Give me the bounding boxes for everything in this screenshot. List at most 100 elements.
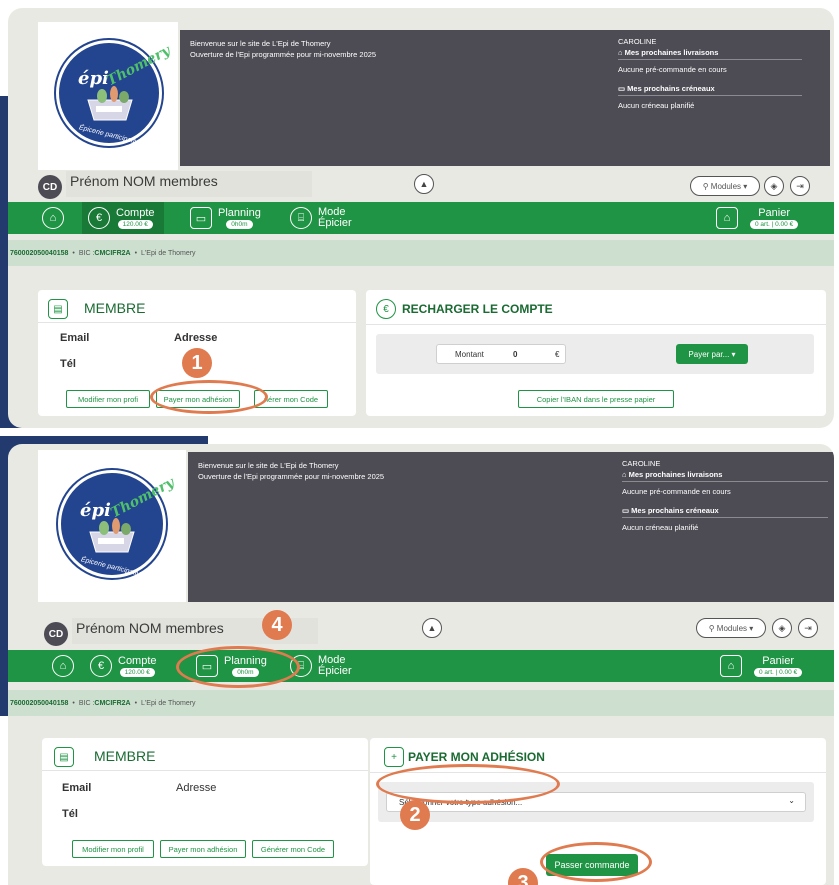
main-nav: ⌂ € Compte 120.00 € ▭ Planning 0h0m ⌸ Mode… [8, 650, 834, 682]
recharge-card-title: RECHARGER LE COMPTE [402, 302, 553, 316]
annotation-ring-2 [376, 764, 560, 804]
member-card-title: MEMBRE [84, 300, 146, 316]
nav-compte[interactable]: € Compte 120.00 € [88, 202, 155, 234]
caret-down-icon: ▾ [741, 181, 748, 191]
cart-badge: 0 art. | 0.00 € [754, 667, 803, 677]
annotation-step-1: 1 [182, 348, 212, 378]
nav-panier[interactable]: ⌂ Panier 0 art. | 0.00 € [720, 650, 803, 682]
iban-bar: 760002050040158 • BIC : CMCIFR2A • L'Epi de … [8, 690, 834, 716]
collapse-button[interactable]: ▲ [414, 174, 434, 194]
logo[interactable]: épi Thomery Épicerie participative [38, 450, 186, 602]
nav-planning[interactable]: ▭ Planning 0h0m [190, 202, 261, 234]
org-name: L'Epi de Thomery [141, 699, 196, 707]
logout-icon: ⇥ [804, 622, 812, 633]
divider [618, 95, 802, 96]
logo[interactable]: épi Thomery Épicerie participative [38, 22, 178, 170]
banner-user-info: CAROLINE ⌂ Mes prochaines livraisons Auc… [618, 36, 802, 111]
modules-button[interactable]: ⚲ Modules ▾ [690, 176, 760, 196]
welcome-text: Bienvenue sur le site de L'Epi de Thomer… [190, 39, 331, 48]
box-icon: ⌂ [618, 48, 625, 57]
diamond-help-icon: ◈ [778, 622, 786, 633]
annotation-ring-3 [540, 842, 652, 882]
box-icon: ⌂ [622, 470, 629, 479]
member-card: ▤ MEMBRE Email Adresse Tél Modifier mon … [42, 738, 368, 866]
diamond-help-icon: ◈ [770, 180, 778, 191]
store-icon: ⌸ [290, 207, 312, 229]
bag-icon: ⌂ [720, 655, 742, 677]
screenshot-panel-1: épi Thomery Épicerie participative Bienv… [8, 8, 834, 428]
modify-profile-button[interactable]: Modifier mon profi [66, 390, 150, 408]
slots-title[interactable]: ▭ Mes prochains créneaux [622, 505, 828, 516]
calendar-icon: ▭ [618, 84, 628, 93]
generate-code-button[interactable]: Générer mon Code [252, 840, 334, 858]
banner-messages: Bienvenue sur le site de L'Epi de Thomer… [198, 460, 384, 482]
nav-mode-epicier[interactable]: ⌸ Mode Épicier [290, 202, 352, 234]
planning-badge: 0h0m [226, 219, 253, 229]
divider [622, 481, 828, 482]
logout-button[interactable]: ⇥ [790, 176, 810, 196]
phone-label: Tél [62, 808, 78, 820]
plus-bag-icon: + [384, 747, 404, 767]
logout-button[interactable]: ⇥ [798, 618, 818, 638]
annotation-step-4: 4 [262, 610, 292, 640]
banner-user-info: CAROLINE ⌂ Mes prochaines livraisons Auc… [622, 458, 828, 533]
home-icon: ⌂ [42, 207, 64, 229]
modules-button[interactable]: ⚲ Modules ▾ [696, 618, 766, 638]
nav-home[interactable]: ⌂ [42, 202, 70, 234]
iban-number[interactable]: 760002050040158 [10, 250, 68, 257]
sitemap-icon: ⚲ [708, 623, 717, 633]
amount-label: Montant [455, 350, 484, 359]
id-card-icon: ▤ [48, 299, 68, 319]
welcome-text: Bienvenue sur le site de L'Epi de Thomer… [198, 461, 339, 470]
calendar-icon: ▭ [190, 207, 212, 229]
help-button[interactable]: ◈ [772, 618, 792, 638]
id-card-icon: ▤ [54, 747, 74, 767]
calendar-icon: ▭ [622, 506, 632, 515]
opening-text: Ouverture de l'Epi programmée pour mi-no… [198, 472, 385, 481]
screenshot-panel-2: épi Thomery Épicerie participative Bienv… [8, 444, 834, 885]
euro-icon: € [88, 207, 110, 229]
slots-value: Aucun créneau planifié [622, 523, 699, 532]
deliveries-title[interactable]: ⌂ Mes prochaines livraisons [618, 47, 802, 58]
opening-text: Ouverture de l'Epi programmée pour mi-no… [190, 50, 377, 59]
euro-icon: € [90, 655, 112, 677]
chevron-up-icon: ▲ [427, 623, 437, 633]
main-nav: ⌂ € Compte 120.00 € ▭ Planning 0h0m ⌸ Mode… [8, 202, 834, 234]
annotation-ring-4 [176, 646, 300, 688]
iban-number[interactable]: 760002050040158 [10, 700, 68, 707]
collapse-button[interactable]: ▲ [422, 618, 442, 638]
email-label: Email [60, 332, 90, 344]
slots-title[interactable]: ▭ Mes prochains créneaux [618, 83, 802, 94]
avatar[interactable]: CD [38, 175, 62, 199]
basket-icon [87, 86, 133, 121]
email-label: Email [62, 782, 92, 794]
deliveries-title[interactable]: ⌂ Mes prochaines livraisons [622, 469, 828, 480]
copy-iban-button[interactable]: Copier l'IBAN dans le presse papier [518, 390, 674, 408]
amount-value: 0 [513, 350, 518, 359]
chevron-up-icon: ▲ [419, 179, 429, 189]
pay-by-dropdown[interactable]: Payer par... ▾ [676, 344, 748, 364]
bic-code[interactable]: CMCIFR2A [94, 700, 130, 707]
home-icon: ⌂ [52, 655, 74, 677]
nav-home[interactable]: ⌂ [52, 650, 80, 682]
member-card-title: MEMBRE [94, 748, 156, 764]
phone-label: Tél [60, 358, 76, 370]
bic-code[interactable]: CMCIFR2A [94, 250, 130, 257]
nav-panier[interactable]: ⌂ Panier 0 art. | 0.00 € [716, 202, 799, 234]
deliveries-value: Aucune pré-commande en cours [622, 487, 731, 496]
nav-compte[interactable]: € Compte 120.00 € [90, 650, 157, 682]
pay-membership-button[interactable]: Payer mon adhésion [160, 840, 246, 858]
logout-icon: ⇥ [796, 180, 804, 191]
membership-card-title: PAYER MON ADHÉSION [408, 750, 545, 764]
banner-username: CAROLINE [618, 37, 657, 46]
bag-icon: ⌂ [716, 207, 738, 229]
divider [618, 59, 802, 60]
avatar[interactable]: CD [44, 622, 68, 646]
modify-profile-button[interactable]: Modifier mon profil [72, 840, 154, 858]
amount-field[interactable]: Montant 0 € [436, 344, 566, 364]
annotation-step-2: 2 [400, 800, 430, 830]
divider [42, 770, 368, 771]
divider [622, 517, 828, 518]
help-button[interactable]: ◈ [764, 176, 784, 196]
user-name: Prénom NOM membres [66, 171, 312, 197]
